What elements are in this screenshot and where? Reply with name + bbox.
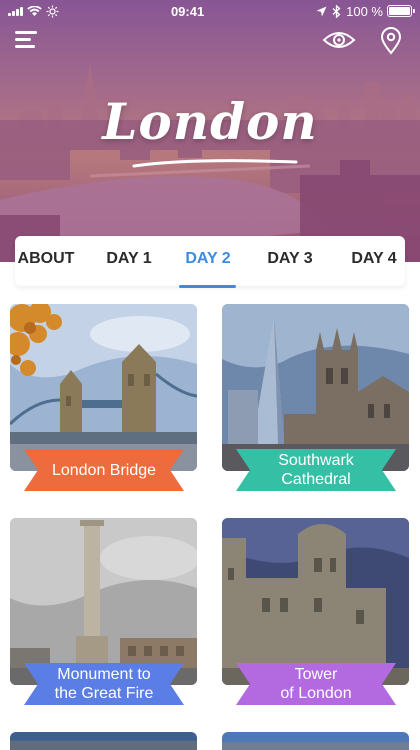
wifi-icon	[27, 5, 42, 16]
attraction-card-southwark-cathedral[interactable]	[222, 304, 409, 471]
status-right: 100 %	[316, 3, 415, 19]
day-tab-bar: ABOUT DAY 1 DAY 2 DAY 3 DAY 4	[15, 236, 405, 286]
london-bridge-photo	[10, 304, 197, 471]
partial-photo	[222, 732, 409, 750]
status-left	[8, 5, 59, 18]
title-underline-flourish	[132, 159, 298, 168]
tab-day-1[interactable]: DAY 1	[101, 236, 157, 286]
ribbon-tower-of-london[interactable]: Tower of London	[236, 663, 396, 705]
eye-icon[interactable]	[322, 28, 356, 52]
tab-day-4[interactable]: DAY 4	[345, 236, 403, 286]
attraction-card-partial[interactable]	[222, 732, 409, 750]
status-time: 09:41	[170, 3, 205, 19]
bluetooth-icon	[332, 4, 341, 18]
location-arrow-icon	[316, 6, 327, 16]
battery-icon	[387, 5, 415, 17]
ribbon-southwark-cathedral[interactable]: Southwark Cathedral	[236, 449, 396, 491]
tab-day-3[interactable]: DAY 3	[261, 236, 319, 286]
attraction-label: Southwark Cathedral	[278, 452, 354, 488]
battery-percent: 100 %	[346, 3, 383, 19]
ribbon-london-bridge[interactable]: London Bridge	[24, 449, 184, 491]
battery-level	[389, 7, 410, 15]
active-tab-indicator	[179, 285, 236, 288]
hamburger-menu-icon[interactable]	[15, 31, 37, 49]
attraction-card-london-bridge[interactable]	[10, 304, 197, 471]
ribbon-monument[interactable]: Monument to the Great Fire	[24, 663, 184, 705]
tab-day-2[interactable]: DAY 2	[179, 236, 237, 286]
map-pin-icon[interactable]	[380, 27, 402, 55]
partial-photo	[10, 732, 197, 750]
attraction-label: Monument to the Great Fire	[54, 666, 154, 702]
attraction-card-monument[interactable]	[10, 518, 197, 685]
status-bar: 09:41 100 %	[0, 0, 420, 22]
monument-photo	[10, 518, 197, 685]
attraction-label: London Bridge	[51, 461, 157, 479]
southwark-cathedral-photo	[222, 304, 409, 471]
attraction-card-partial[interactable]	[10, 732, 197, 750]
tab-about[interactable]: ABOUT	[15, 236, 77, 286]
city-title: London	[102, 92, 318, 151]
hero-banner: 09:41 100 % London	[0, 0, 420, 262]
attraction-card-tower-of-london[interactable]	[222, 518, 409, 685]
brightness-icon	[46, 5, 59, 17]
attraction-label: Tower of London	[280, 666, 352, 702]
tower-of-london-photo	[222, 518, 409, 685]
cellular-signal-icon	[8, 6, 23, 16]
